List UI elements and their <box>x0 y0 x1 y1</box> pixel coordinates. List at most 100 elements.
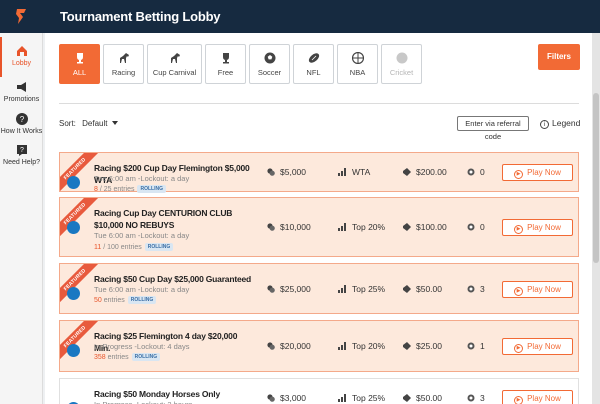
prize-value: $3,000 <box>280 393 306 403</box>
tournament-time: In Progress -Lockout: 4 days <box>94 342 190 351</box>
sidebar-item-need-help[interactable]: ? Need Help? <box>0 144 43 166</box>
rebuys: 0 <box>467 222 485 232</box>
play-now-button[interactable]: ▶ Play Now <box>502 219 573 236</box>
category-free[interactable]: Free <box>205 44 246 84</box>
play-now-button[interactable]: ▶ Play Now <box>502 164 573 181</box>
entries-label: / 25 entries <box>97 186 135 193</box>
category-cup-carnival[interactable]: Cup Carnival <box>147 44 202 84</box>
tournament-time: Tue 6:00 am -Lockout: a day <box>94 285 190 294</box>
prize-money-icon <box>267 342 275 350</box>
sidebar-item-label: Lobby <box>11 60 32 67</box>
entries-count: 358 <box>94 354 106 361</box>
bar-chart-icon <box>338 223 346 231</box>
rebuys-value: 3 <box>480 393 485 403</box>
category-label: NFL <box>306 68 321 77</box>
entries-label: entries <box>105 354 129 361</box>
tournament-time: Tue 6:00 am -Lockout: a day <box>94 231 190 240</box>
payout-structure: Top 20% <box>338 222 385 232</box>
soccer-ball-icon <box>264 52 275 64</box>
buyin-value: $25.00 <box>416 341 442 351</box>
rebuys: 1 <box>467 341 485 351</box>
buy-in: $100.00 <box>402 222 447 232</box>
entries-label: / 100 entries <box>101 244 142 251</box>
play-now-button[interactable]: ▶ Play Now <box>502 338 573 355</box>
lobby-icon <box>16 46 27 56</box>
prize-pool: $3,000 <box>267 393 306 403</box>
prize-value: $5,000 <box>280 167 306 177</box>
tournament-title[interactable]: Racing $50 Cup Day $25,000 Guaranteed <box>94 273 254 285</box>
arrow-right-icon: ▶ <box>514 225 524 234</box>
sidebar-item-promotions[interactable]: Promotions <box>0 81 43 103</box>
horse-racing-icon <box>67 287 80 300</box>
tournament-time: In Progress -Lockout: 2 hours <box>94 400 192 404</box>
rebuys-value: 3 <box>480 284 485 294</box>
payout-value: Top 25% <box>352 393 386 403</box>
sort-value: Default <box>82 119 108 128</box>
scrollbar-thumb[interactable] <box>593 93 599 263</box>
filters-button[interactable]: Filters <box>538 44 580 70</box>
question-icon: ? <box>15 113 28 125</box>
category-nba[interactable]: NBA <box>337 44 378 84</box>
buyin-value: $200.00 <box>416 167 447 177</box>
sidebar-item-lobby[interactable]: Lobby <box>0 37 43 77</box>
sidebar-item-label: How It Works <box>0 128 43 135</box>
logo-icon[interactable] <box>14 7 28 26</box>
tournament-row[interactable]: FEATURED Racing $25 Flemington 4 day $20,… <box>59 320 579 372</box>
tournament-row[interactable]: FEATURED Racing $200 Cup Day Flemington $… <box>59 152 579 193</box>
prize-money-icon <box>267 223 275 231</box>
category-all[interactable]: ALL <box>59 44 100 84</box>
payout-structure: WTA <box>338 167 370 177</box>
category-label: Soccer <box>257 68 282 77</box>
category-cricket[interactable]: Cricket <box>381 44 422 84</box>
arrow-right-icon: ▶ <box>514 344 524 353</box>
legend-label: Legend <box>552 118 581 128</box>
payout-structure: Top 25% <box>338 393 385 403</box>
lobby-panel: ALL Racing Cup Carnival Free Soccer NFL <box>45 33 592 404</box>
prize-value: $25,000 <box>280 284 311 294</box>
rolling-badge: ROLLING <box>131 353 161 361</box>
top-bar: Tournament Betting Lobby <box>0 0 600 33</box>
tournament-entries: 11 / 100 entries ROLLING <box>94 243 174 251</box>
tournament-row[interactable]: FEATURED Racing $50 Cup Day $25,000 Guara… <box>59 263 579 314</box>
category-label: Cricket <box>389 68 414 77</box>
referral-code-button[interactable]: Enter via referral code <box>457 116 529 141</box>
prize-pool: $20,000 <box>267 341 311 351</box>
help-icon: ? <box>16 145 27 156</box>
buyin-value: $50.00 <box>416 393 442 403</box>
category-soccer[interactable]: Soccer <box>249 44 290 84</box>
scrollbar[interactable] <box>592 33 600 404</box>
tournament-entries: 8 / 25 entries ROLLING <box>94 185 166 193</box>
tournament-entries: 358 entries ROLLING <box>94 353 161 361</box>
category-label: Free <box>217 68 234 77</box>
megaphone-icon <box>16 82 26 92</box>
legend-button[interactable]: i Legend <box>540 118 580 129</box>
entries-label: entries <box>101 297 125 304</box>
sidebar-item-label: Need Help? <box>3 159 40 166</box>
page-title: Tournament Betting Lobby <box>60 9 221 24</box>
chevron-down-icon <box>111 121 118 125</box>
bar-chart-icon <box>338 394 346 402</box>
tournament-row[interactable]: FEATURED Racing Cup Day CENTURION CLUB $1… <box>59 197 579 257</box>
payout-structure: Top 20% <box>338 341 385 351</box>
tournament-row[interactable]: Racing $50 Monday Horses OnlyIn Progress… <box>59 378 579 404</box>
category-nfl[interactable]: NFL <box>293 44 334 84</box>
horse-racing-icon <box>67 221 80 234</box>
info-icon: i <box>540 120 549 129</box>
category-racing[interactable]: Racing <box>103 44 144 84</box>
play-now-button[interactable]: ▶ Play Now <box>502 281 573 298</box>
arrow-right-icon: ▶ <box>514 396 524 404</box>
tournament-title[interactable]: Racing $50 Monday Horses Only <box>94 388 254 400</box>
play-now-button[interactable]: ▶ Play Now <box>502 390 573 404</box>
svg-text:?: ? <box>20 147 24 154</box>
rolling-badge: ROLLING <box>144 243 174 251</box>
sidebar-item-how-it-works[interactable]: ? How It Works <box>0 113 43 135</box>
prize-money-icon <box>267 285 275 293</box>
buy-in: $200.00 <box>402 167 447 177</box>
payout-structure: Top 25% <box>338 284 385 294</box>
rebuys: 3 <box>467 393 485 403</box>
buyin-value: $50.00 <box>416 284 442 294</box>
rebuys-value: 0 <box>480 167 485 177</box>
sort-dropdown[interactable]: Sort: Default <box>59 119 118 128</box>
rolling-badge: ROLLING <box>137 185 166 193</box>
tournament-title[interactable]: Racing Cup Day CENTURION CLUB $10,000 NO… <box>94 207 254 231</box>
